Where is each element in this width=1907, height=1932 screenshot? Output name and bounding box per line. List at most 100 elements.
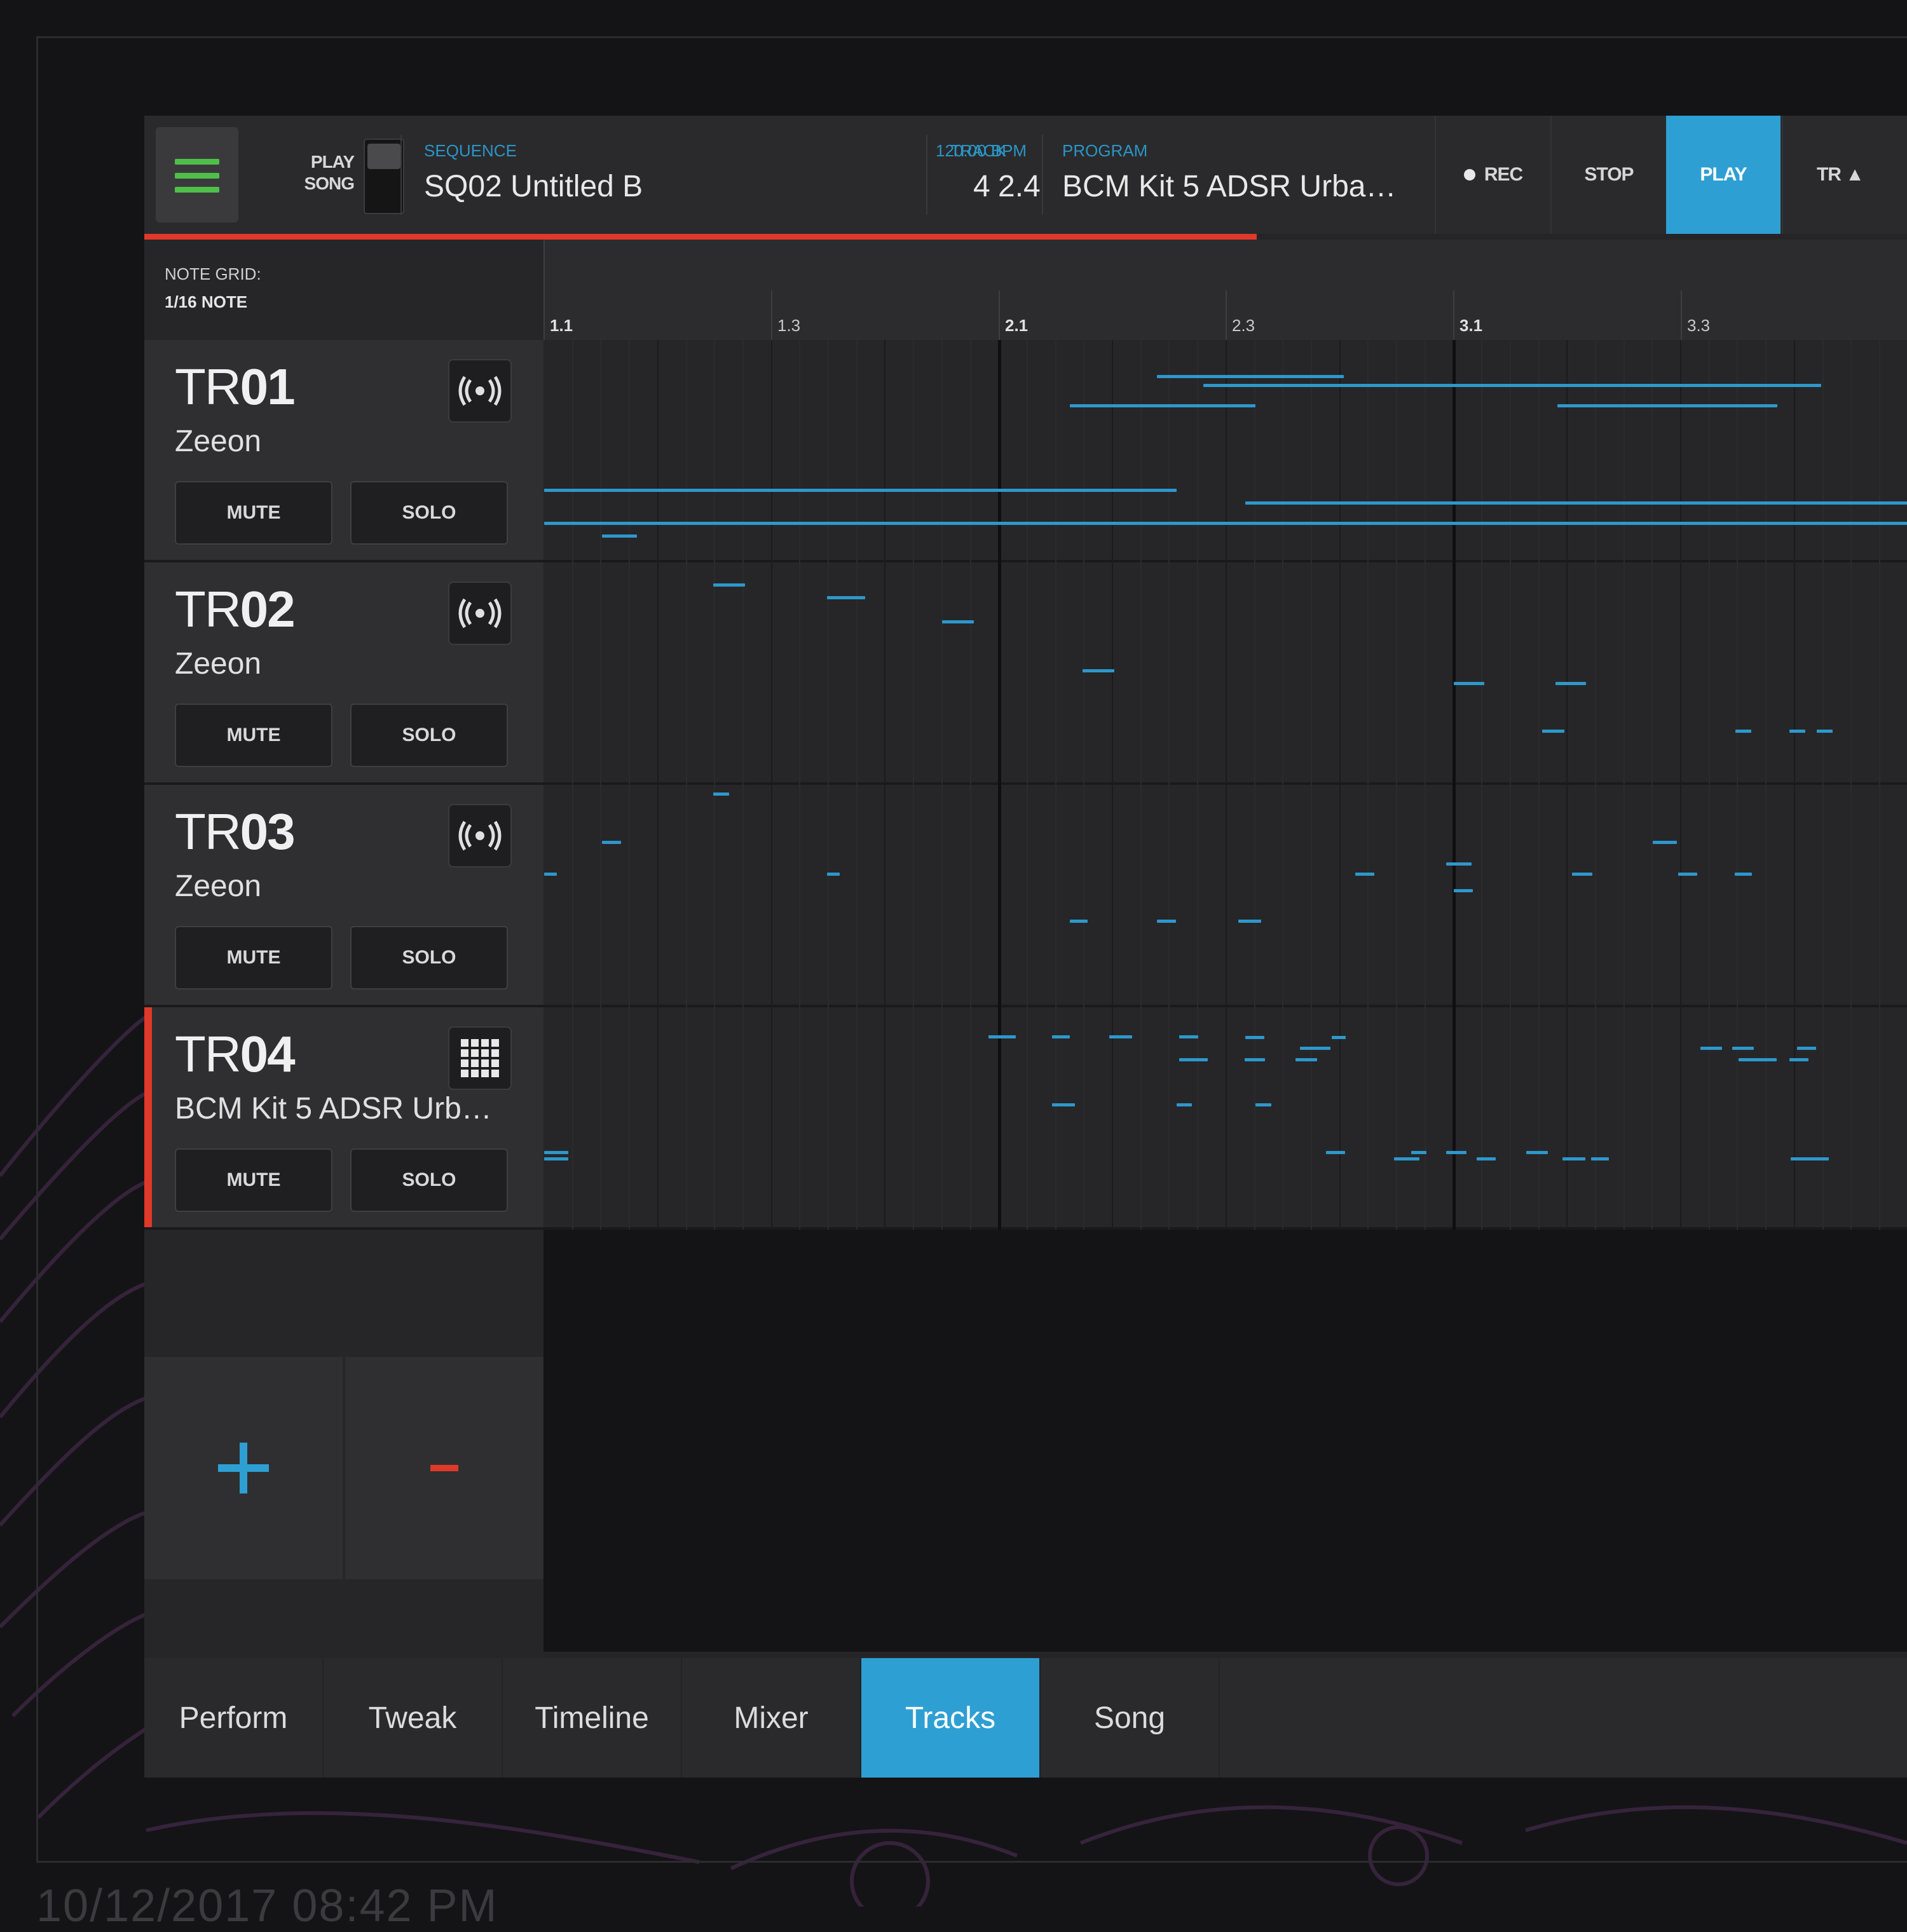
note-event[interactable] <box>1542 730 1564 733</box>
note-event[interactable] <box>544 522 1907 525</box>
note-event[interactable] <box>827 873 840 876</box>
note-event[interactable] <box>1735 873 1752 876</box>
note-event[interactable] <box>1817 730 1833 733</box>
note-event[interactable] <box>1157 920 1176 923</box>
tab-tracks[interactable]: Tracks <box>861 1658 1041 1778</box>
note-event[interactable] <box>1179 1058 1208 1061</box>
note-event[interactable] <box>1653 841 1677 844</box>
note-event[interactable] <box>1052 1035 1070 1038</box>
note-event[interactable] <box>1070 404 1255 407</box>
track-row-4[interactable]: TR04 BCM Kit 5 ADSR Urb… MUTE SOLO <box>144 1007 543 1230</box>
note-event[interactable] <box>544 1157 568 1160</box>
note-event[interactable] <box>544 489 1177 492</box>
note-event[interactable] <box>602 534 637 538</box>
note-event[interactable] <box>988 1035 1016 1038</box>
mute-button[interactable]: MUTE <box>175 704 332 767</box>
note-event[interactable] <box>1179 1035 1198 1038</box>
synth-wave-icon[interactable] <box>448 359 512 423</box>
note-event[interactable] <box>1797 1047 1816 1050</box>
note-event[interactable] <box>602 841 621 844</box>
note-event[interactable] <box>1083 669 1114 672</box>
note-event[interactable] <box>1526 1151 1548 1154</box>
track-row-2[interactable]: TR02 Zeeon MUTE SOLO <box>144 562 543 785</box>
note-event[interactable] <box>1454 889 1473 892</box>
note-event[interactable] <box>544 873 557 876</box>
synth-wave-icon[interactable] <box>448 582 512 645</box>
note-event[interactable] <box>1203 384 1821 387</box>
tab-perform[interactable]: Perform <box>144 1658 324 1778</box>
note-lanes[interactable] <box>543 340 1907 1230</box>
note-event[interactable] <box>1739 1058 1777 1061</box>
note-event[interactable] <box>1791 1157 1829 1160</box>
note-event[interactable] <box>1562 1157 1585 1160</box>
solo-button[interactable]: SOLO <box>350 704 508 767</box>
note-event[interactable] <box>1245 1036 1264 1039</box>
note-event[interactable] <box>1454 682 1484 685</box>
note-event[interactable] <box>1245 501 1907 505</box>
note-event[interactable] <box>1300 1047 1330 1050</box>
program-field[interactable]: PROGRAM BCM Kit 5 ADSR Urba… <box>1043 116 1450 234</box>
tab-tweak[interactable]: Tweak <box>324 1658 503 1778</box>
note-event[interactable] <box>1411 1151 1426 1154</box>
note-event[interactable] <box>1591 1157 1609 1160</box>
play-button[interactable]: PLAY <box>1666 116 1781 234</box>
menu-line-icon <box>175 159 219 165</box>
note-event[interactable] <box>1789 730 1805 733</box>
menu-button[interactable] <box>156 127 238 222</box>
stop-button[interactable]: STOP <box>1550 116 1666 234</box>
note-event[interactable] <box>1555 682 1586 685</box>
note-event[interactable] <box>1052 1103 1075 1106</box>
note-event[interactable] <box>1255 1103 1271 1106</box>
note-event[interactable] <box>1157 375 1344 378</box>
note-event[interactable] <box>713 793 729 796</box>
synth-wave-icon[interactable] <box>448 804 512 867</box>
note-event[interactable] <box>544 1151 568 1154</box>
note-event[interactable] <box>1070 920 1088 923</box>
note-event[interactable] <box>1732 1047 1754 1050</box>
mute-button[interactable]: MUTE <box>175 926 332 990</box>
tab-mixer[interactable]: Mixer <box>682 1658 861 1778</box>
note-event[interactable] <box>1355 873 1374 876</box>
note-event[interactable] <box>1238 920 1261 923</box>
note-event[interactable] <box>1394 1157 1419 1160</box>
note-event[interactable] <box>1700 1047 1722 1050</box>
note-event[interactable] <box>1477 1157 1496 1160</box>
sequence-grid[interactable]: 1.1 1.3 2.1 2.3 3.1 3.3 <box>543 240 1907 1652</box>
track-row-3[interactable]: TR03 Zeeon MUTE SOLO <box>144 785 543 1007</box>
note-event[interactable] <box>827 596 865 599</box>
note-event[interactable] <box>1572 873 1592 876</box>
toggle-switch[interactable] <box>364 139 404 214</box>
note-event[interactable] <box>1446 862 1472 866</box>
mute-button[interactable]: MUTE <box>175 1148 332 1212</box>
add-track-button[interactable] <box>144 1357 343 1579</box>
tab-timeline[interactable]: Timeline <box>503 1658 682 1778</box>
mute-button[interactable]: MUTE <box>175 481 332 545</box>
note-event[interactable] <box>942 620 974 623</box>
note-event[interactable] <box>1177 1103 1192 1106</box>
note-event[interactable] <box>1789 1058 1808 1061</box>
solo-button[interactable]: SOLO <box>350 1148 508 1212</box>
note-grid-setting[interactable]: NOTE GRID: 1/16 NOTE <box>165 260 261 316</box>
note-event[interactable] <box>1678 873 1697 876</box>
note-event[interactable] <box>1109 1035 1132 1038</box>
track-row-1[interactable]: TR01 Zeeon MUTE SOLO <box>144 340 543 562</box>
track-field[interactable]: TRACK 4 <box>927 116 1042 234</box>
timeline-ruler[interactable]: 1.1 1.3 2.1 2.3 3.1 3.3 <box>543 240 1907 340</box>
note-event[interactable] <box>1332 1036 1346 1039</box>
note-event[interactable] <box>1557 404 1777 407</box>
tab-song[interactable]: Song <box>1041 1658 1220 1778</box>
note-event[interactable] <box>1295 1058 1317 1061</box>
grid-line <box>970 340 971 1230</box>
solo-button[interactable]: SOLO <box>350 481 508 545</box>
note-event[interactable] <box>1446 1151 1466 1154</box>
solo-button[interactable]: SOLO <box>350 926 508 990</box>
note-event[interactable] <box>1735 730 1751 733</box>
drum-pad-grid-icon[interactable] <box>448 1026 512 1090</box>
track-up-button[interactable]: TR ▲ <box>1782 116 1897 234</box>
note-event[interactable] <box>1245 1058 1265 1061</box>
note-event[interactable] <box>1326 1151 1345 1154</box>
remove-track-button[interactable] <box>345 1357 543 1579</box>
play-song-toggle[interactable]: PLAY SONG <box>252 116 404 234</box>
note-event[interactable] <box>713 583 745 587</box>
rec-button[interactable]: REC <box>1435 116 1550 234</box>
